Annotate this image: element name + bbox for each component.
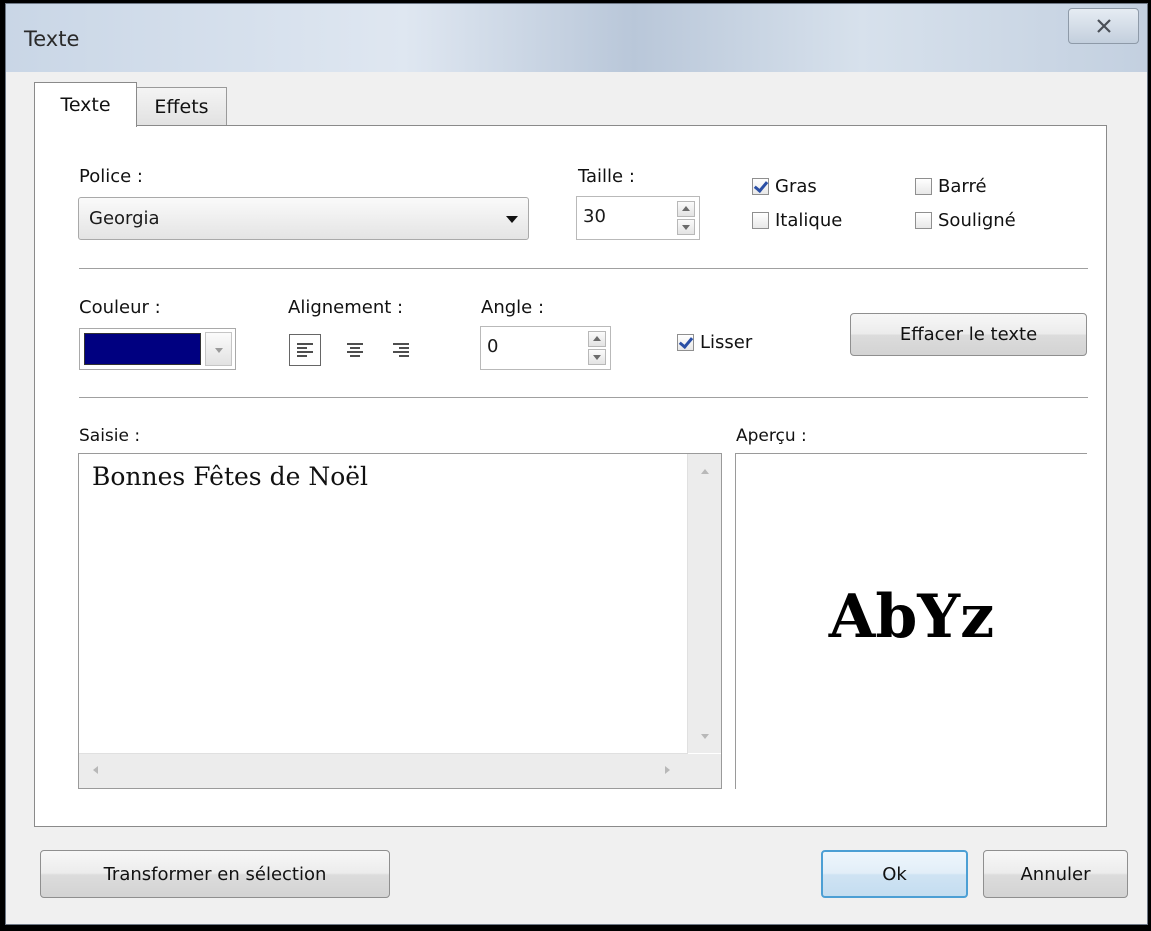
- align-right-button[interactable]: [385, 334, 417, 366]
- strikethrough-label: Barré: [938, 176, 987, 197]
- alignment-label: Alignement :: [288, 297, 404, 318]
- preview-sample: AbYz: [828, 582, 995, 652]
- angle-stepper[interactable]: 0: [480, 326, 611, 370]
- color-swatch[interactable]: [84, 333, 201, 365]
- color-label: Couleur :: [79, 297, 161, 318]
- underline-checkbox[interactable]: Souligné: [915, 210, 1016, 231]
- scroll-up-icon[interactable]: [701, 469, 709, 474]
- scroll-down-icon[interactable]: [701, 734, 709, 739]
- font-select[interactable]: Georgia: [78, 197, 529, 240]
- bold-checkbox[interactable]: Gras: [752, 176, 817, 197]
- vertical-scrollbar[interactable]: [687, 454, 721, 753]
- scroll-left-icon[interactable]: [93, 766, 98, 774]
- align-left-icon: [297, 343, 313, 357]
- scroll-corner: [688, 754, 721, 788]
- font-label: Police :: [79, 166, 143, 187]
- clear-text-button[interactable]: Effacer le texte: [850, 313, 1087, 356]
- angle-value: 0: [487, 336, 499, 357]
- scroll-right-icon[interactable]: [665, 766, 670, 774]
- align-center-icon: [347, 343, 363, 357]
- italic-label: Italique: [775, 210, 843, 231]
- tab-effets[interactable]: Effets: [136, 87, 227, 125]
- window-title: Texte: [24, 27, 80, 51]
- close-button[interactable]: [1068, 8, 1139, 44]
- preview-pane: AbYz: [735, 453, 1087, 789]
- transform-to-selection-button[interactable]: Transformer en sélection: [40, 850, 390, 898]
- size-decrement-button[interactable]: [677, 219, 695, 235]
- size-label: Taille :: [578, 166, 635, 187]
- horizontal-scrollbar[interactable]: [79, 753, 688, 788]
- smooth-checkbox[interactable]: Lisser: [677, 332, 752, 353]
- underline-label: Souligné: [938, 210, 1016, 231]
- checkbox-bold-box[interactable]: [752, 178, 769, 195]
- align-right-icon: [393, 343, 409, 357]
- align-left-button[interactable]: [289, 334, 321, 366]
- chevron-down-icon: [506, 216, 518, 223]
- checkbox-italic-box[interactable]: [752, 212, 769, 229]
- italic-checkbox[interactable]: Italique: [752, 210, 842, 231]
- size-increment-button[interactable]: [677, 201, 695, 217]
- cancel-button[interactable]: Annuler: [983, 850, 1128, 898]
- input-label: Saisie :: [79, 426, 141, 446]
- color-picker[interactable]: [79, 328, 236, 370]
- checkbox-smooth-box[interactable]: [677, 334, 694, 351]
- separator: [79, 397, 1088, 398]
- checkbox-strikethrough-box[interactable]: [915, 178, 932, 195]
- close-icon: [1096, 19, 1111, 33]
- input-text[interactable]: Bonnes Fêtes de Noël: [92, 462, 368, 491]
- text-input-area[interactable]: Bonnes Fêtes de Noël: [78, 453, 722, 789]
- font-value: Georgia: [89, 208, 160, 229]
- bold-label: Gras: [775, 176, 817, 197]
- angle-label: Angle :: [481, 297, 545, 318]
- size-stepper[interactable]: 30: [576, 196, 700, 240]
- angle-increment-button[interactable]: [588, 331, 606, 347]
- ok-button[interactable]: Ok: [821, 850, 968, 898]
- checkbox-underline-box[interactable]: [915, 212, 932, 229]
- tab-texte[interactable]: Texte: [34, 82, 137, 127]
- angle-decrement-button[interactable]: [588, 349, 606, 365]
- strikethrough-checkbox[interactable]: Barré: [915, 176, 987, 197]
- align-center-button[interactable]: [339, 334, 371, 366]
- title-bar[interactable]: Texte: [6, 4, 1147, 72]
- color-dropdown-button[interactable]: [205, 332, 232, 366]
- preview-label: Aperçu :: [736, 426, 807, 446]
- size-value: 30: [583, 206, 606, 227]
- smooth-label: Lisser: [700, 332, 753, 353]
- separator: [79, 268, 1088, 269]
